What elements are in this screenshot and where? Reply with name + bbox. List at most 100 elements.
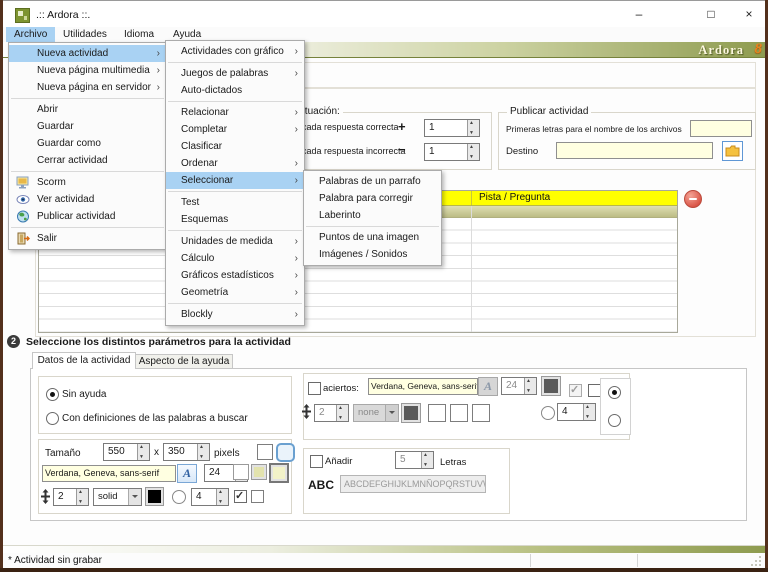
menu-item-blockly[interactable]: Blockly›	[166, 306, 304, 323]
rounded-corner-button[interactable]	[276, 443, 295, 462]
aciertos-circle-button[interactable]	[541, 406, 555, 420]
menu-item-imagenes-sonidos[interactable]: Imágenes / Sonidos	[304, 246, 441, 263]
incorrect-answer-label: cada respuesta incorrecta	[302, 146, 406, 156]
menu-item-juegos-de-palabras[interactable]: Juegos de palabras›	[166, 65, 304, 82]
aciertos-radius-spinner[interactable]: 4	[557, 403, 596, 421]
spinner-arrows-icon[interactable]	[583, 404, 595, 420]
menu-item-puntos-de-una-imagen[interactable]: Puntos de una imagen	[304, 229, 441, 246]
aciertos-border-style-dropdown[interactable]: none	[353, 404, 399, 422]
dropdown-arrow-icon[interactable]	[128, 489, 141, 505]
main-font-input[interactable]: Verdana, Geneva, sans-serif	[42, 465, 176, 482]
aciertos-checkbox[interactable]	[308, 382, 321, 395]
menu-item-geometria[interactable]: Geometría›	[166, 284, 304, 301]
menu-item-scorm[interactable]: Scorm	[9, 174, 166, 191]
spinner-arrows-icon[interactable]	[524, 378, 536, 394]
menu-item-auto-dictados[interactable]: Auto-dictados	[166, 82, 304, 99]
menu-item-guardar-como[interactable]: Guardar como	[9, 135, 166, 152]
menu-item-unidades-de-medida[interactable]: Unidades de medida›	[166, 233, 304, 250]
menu-item-esquemas[interactable]: Esquemas	[166, 211, 304, 228]
square-corner-button[interactable]	[257, 444, 273, 460]
aciertos-style2-button[interactable]	[450, 404, 468, 422]
bg-color-white-swatch[interactable]	[233, 464, 249, 480]
menu-archivo[interactable]: Archivo	[6, 27, 55, 42]
menu-utilidades[interactable]: Utilidades	[55, 27, 115, 42]
spinner-arrows-icon[interactable]	[467, 144, 479, 160]
spinner-arrows-icon[interactable]	[336, 405, 348, 421]
resize-grip[interactable]	[750, 555, 762, 567]
border-style-dropdown[interactable]: solid	[93, 488, 142, 506]
nueva-actividad-submenu: Actividades con gráfico› Juegos de palab…	[165, 40, 305, 326]
letters-count-spinner[interactable]: 5	[395, 451, 434, 469]
border-width-spinner[interactable]: 2	[53, 488, 89, 506]
menu-item-palabras-de-un-parrafo[interactable]: Palabras de un parrafo	[304, 173, 441, 190]
close-button[interactable]: ×	[738, 7, 760, 23]
file-prefix-input[interactable]	[690, 120, 752, 137]
menu-item-seleccionar[interactable]: Seleccionar›	[166, 172, 304, 189]
menu-item-graficos-estadisticos[interactable]: Gráficos estadísticos›	[166, 267, 304, 284]
bg-color-olive-swatch[interactable]	[251, 464, 267, 480]
aciertos-style3-button[interactable]	[472, 404, 490, 422]
incorrect-score-spinner[interactable]: 1	[424, 143, 480, 161]
aciertos-font-picker-button[interactable]: A	[478, 377, 498, 396]
menu-item-nueva-pagina-multimedia[interactable]: Nueva página multimedia›	[9, 62, 166, 79]
status-text: * Actividad sin grabar	[8, 555, 102, 566]
shadow-style-button[interactable]	[251, 490, 264, 503]
menu-item-test[interactable]: Test	[166, 194, 304, 211]
menu-idioma[interactable]: Idioma	[116, 27, 162, 42]
main-font-picker-button[interactable]: A	[177, 464, 197, 483]
corner-circle-button[interactable]	[172, 490, 186, 504]
tab-datos-actividad[interactable]: Datos de la actividad	[32, 352, 136, 369]
spinner-arrows-icon[interactable]	[197, 444, 209, 460]
menu-item-nueva-pagina-servidor[interactable]: Nueva página en servidor›	[9, 79, 166, 96]
menu-item-calculo[interactable]: Cálculo›	[166, 250, 304, 267]
menu-item-nueva-actividad[interactable]: Nueva actividad›	[9, 45, 166, 62]
browse-folder-button[interactable]	[722, 141, 743, 161]
aciertos-radio-bottom[interactable]	[608, 414, 621, 427]
aciertos-border-width-spinner[interactable]: 2	[314, 404, 349, 422]
aciertos-font-input[interactable]: Verdana, Geneva, sans-serif	[368, 378, 478, 395]
dropdown-arrow-icon[interactable]	[385, 405, 398, 421]
aciertos-radio-top[interactable]	[608, 386, 621, 399]
maximize-button[interactable]: □	[700, 7, 722, 23]
spinner-arrows-icon[interactable]	[421, 452, 433, 468]
menu-item-palabra-para-corregir[interactable]: Palabra para corregir	[304, 190, 441, 207]
aciertos-border-color-swatch[interactable]	[401, 403, 421, 423]
menu-item-guardar[interactable]: Guardar	[9, 118, 166, 135]
aciertos-font-size-spinner[interactable]: 24	[501, 377, 537, 395]
spinner-arrows-icon[interactable]	[76, 489, 88, 505]
shadow-checkbox[interactable]	[234, 490, 247, 503]
correct-score-spinner[interactable]: 1	[424, 119, 480, 137]
anadir-checkbox[interactable]	[310, 455, 323, 468]
title-bar: .:: Ardora ::. – □ ×	[3, 1, 765, 27]
aciertos-style1-button[interactable]	[428, 404, 446, 422]
radio-sin-ayuda[interactable]	[46, 388, 59, 401]
radio-con-definiciones[interactable]	[46, 412, 59, 425]
minus-sign: −	[398, 142, 406, 157]
aciertos-check1-checkbox[interactable]	[569, 384, 582, 397]
menu-item-cerrar-actividad[interactable]: Cerrar actividad	[9, 152, 166, 169]
menu-item-ordenar[interactable]: Ordenar›	[166, 155, 304, 172]
menu-item-publicar-actividad[interactable]: Publicar actividad	[9, 208, 166, 225]
destination-input[interactable]	[556, 142, 713, 159]
alphabet-input[interactable]: ABCDEFGHIJKLMNÑOPQRSTUVWX	[340, 475, 486, 493]
menu-item-abrir[interactable]: Abrir	[9, 101, 166, 118]
menu-item-actividades-con-grafico[interactable]: Actividades con gráfico›	[166, 43, 304, 60]
minimize-button[interactable]: –	[628, 7, 650, 23]
corner-radius-spinner[interactable]: 4	[191, 488, 229, 506]
menu-item-relacionar[interactable]: Relacionar›	[166, 104, 304, 121]
menu-item-salir[interactable]: Salir	[9, 230, 166, 247]
remove-row-button[interactable]	[684, 190, 702, 208]
border-color-swatch[interactable]	[145, 487, 164, 506]
menu-item-ver-actividad[interactable]: Ver actividad	[9, 191, 166, 208]
menu-item-completar[interactable]: Completar›	[166, 121, 304, 138]
spinner-arrows-icon[interactable]	[467, 120, 479, 136]
aciertos-color-swatch[interactable]	[541, 376, 561, 396]
spinner-arrows-icon[interactable]	[137, 444, 149, 460]
menu-item-clasificar[interactable]: Clasificar	[166, 138, 304, 155]
height-spinner[interactable]: 350	[163, 443, 210, 461]
bg-color-yellow-swatch[interactable]	[269, 463, 289, 483]
window-title: .:: Ardora ::.	[36, 9, 90, 21]
menu-item-laberinto[interactable]: Laberinto	[304, 207, 441, 224]
width-spinner[interactable]: 550	[103, 443, 150, 461]
spinner-arrows-icon[interactable]	[216, 489, 228, 505]
